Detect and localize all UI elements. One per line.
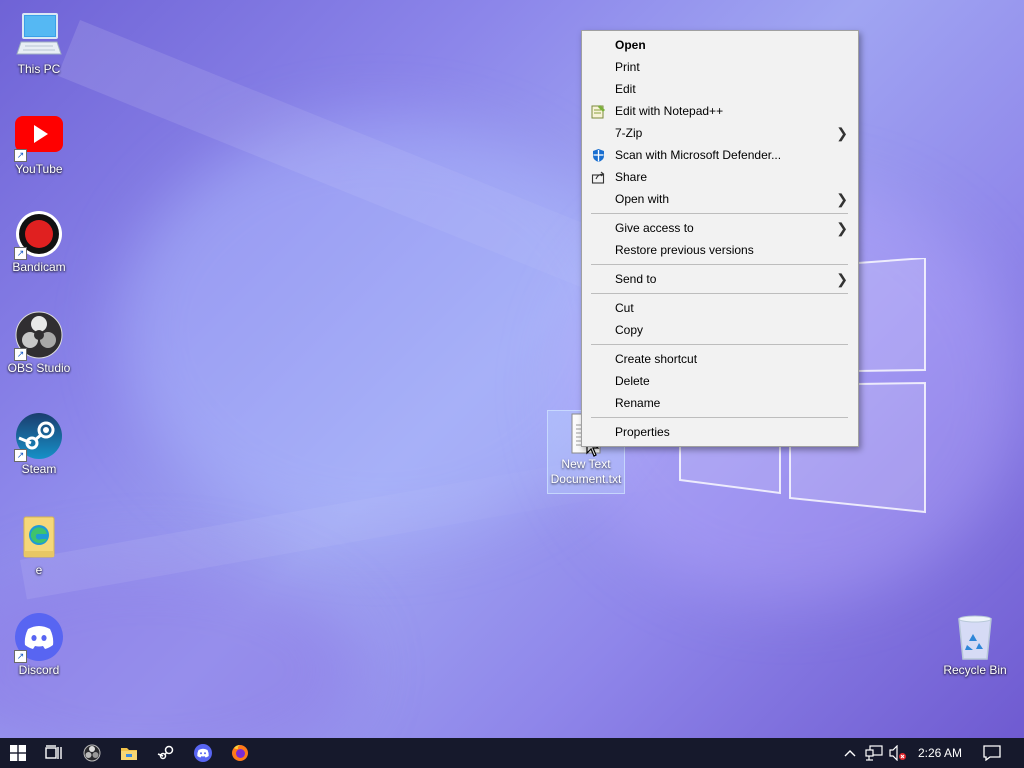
menu-item-open-with[interactable]: Open with ❯ <box>582 188 858 210</box>
defender-shield-icon <box>593 149 604 162</box>
desktop-icon-discord[interactable]: ↗ Discord <box>1 613 77 678</box>
taskbar-firefox[interactable] <box>222 738 258 768</box>
submenu-arrow-icon: ❯ <box>836 125 848 141</box>
menu-item-label: Copy <box>615 323 644 337</box>
menu-item-share[interactable]: Share <box>582 166 858 188</box>
taskbar: 2:26 AM <box>0 738 1024 768</box>
menu-item-scan-defender[interactable]: Scan with Microsoft Defender... <box>582 144 858 166</box>
menu-separator <box>591 264 848 265</box>
menu-item-label: Rename <box>615 396 661 410</box>
desktop-icon-label: Bandicam <box>12 260 66 274</box>
file-explorer-icon <box>121 748 137 760</box>
menu-item-7-zip[interactable]: 7-Zip ❯ <box>582 122 858 144</box>
taskbar-steam[interactable] <box>148 738 184 768</box>
shortcut-arrow-icon: ↗ <box>14 348 27 361</box>
menu-separator <box>591 417 848 418</box>
desktop[interactable]: This PC ↗ YouTube ↗ Bandicam ↗ OBS Studi… <box>0 0 1024 738</box>
edge-folder-icon <box>23 516 55 558</box>
submenu-arrow-icon: ❯ <box>836 271 848 287</box>
desktop-icon-label: Recycle Bin <box>943 663 1007 677</box>
menu-item-properties[interactable]: Properties <box>582 421 858 443</box>
menu-item-label: Send to <box>615 272 657 286</box>
start-icon <box>10 745 26 761</box>
desktop-icon-bandicam[interactable]: ↗ Bandicam <box>1 210 77 275</box>
computer-icon <box>16 13 62 55</box>
taskbar-file-explorer[interactable] <box>111 738 147 768</box>
network-tray-button[interactable] <box>863 738 885 768</box>
taskbar-discord[interactable] <box>185 738 221 768</box>
menu-item-send-to[interactable]: Send to ❯ <box>582 268 858 290</box>
menu-item-label: Edit <box>615 82 636 96</box>
taskbar-clock[interactable]: 2:26 AM <box>912 738 968 768</box>
notepad-plus-plus-icon <box>591 105 605 119</box>
menu-item-print[interactable]: Print <box>582 56 858 78</box>
menu-item-give-access-to[interactable]: Give access to ❯ <box>582 217 858 239</box>
menu-item-label: Share <box>615 170 648 184</box>
desktop-icon-steam[interactable]: ↗ Steam <box>1 412 77 477</box>
steam-icon <box>157 745 174 760</box>
menu-separator <box>591 344 848 345</box>
desktop-icon-label: Steam <box>21 462 57 476</box>
shortcut-arrow-icon: ↗ <box>14 247 27 260</box>
notification-icon <box>983 745 1001 761</box>
file-label: New Text Document.txt <box>548 457 624 487</box>
firefox-icon <box>232 745 248 761</box>
menu-item-copy[interactable]: Copy <box>582 319 858 341</box>
desktop-icon-label: OBS Studio <box>7 361 71 375</box>
menu-item-edit[interactable]: Edit <box>582 78 858 100</box>
submenu-arrow-icon: ❯ <box>836 220 848 236</box>
menu-item-rename[interactable]: Rename <box>582 392 858 414</box>
menu-item-label: 7-Zip <box>615 126 643 140</box>
menu-item-label: Give access to <box>615 221 694 235</box>
shortcut-arrow-icon: ↗ <box>14 650 27 663</box>
menu-item-restore-previous-versions[interactable]: Restore previous versions <box>582 239 858 261</box>
recycle-bin-icon <box>958 615 992 660</box>
desktop-icon-e[interactable]: e <box>1 513 77 578</box>
task-view-icon <box>45 745 62 759</box>
obs-icon <box>83 744 101 762</box>
menu-item-label: Scan with Microsoft Defender... <box>615 148 782 162</box>
volume-muted-icon <box>889 745 906 761</box>
menu-item-label: Create shortcut <box>615 352 698 366</box>
volume-tray-button[interactable] <box>887 738 909 768</box>
desktop-icon-label: Discord <box>18 663 60 677</box>
desktop-icon-label: YouTube <box>15 162 63 176</box>
menu-item-edit-with-notepad-plus-plus[interactable]: Edit with Notepad++ <box>582 100 858 122</box>
menu-item-label: Print <box>615 60 640 74</box>
desktop-icon-recycle-bin[interactable]: Recycle Bin <box>937 613 1013 678</box>
menu-item-create-shortcut[interactable]: Create shortcut <box>582 348 858 370</box>
desktop-icon-label: This PC <box>17 62 61 76</box>
file-label-line2: Document.txt <box>550 472 622 486</box>
context-menu: Open Print Edit Edit with Notepad++ 7-Zi… <box>581 30 859 447</box>
shortcut-arrow-icon: ↗ <box>14 149 27 162</box>
menu-item-label: Edit with Notepad++ <box>615 104 724 118</box>
menu-item-label: Properties <box>615 425 670 439</box>
desktop-icon-label: e <box>35 563 43 577</box>
menu-item-label: Delete <box>615 374 650 388</box>
menu-item-label: Open with <box>615 192 670 206</box>
chevron-up-icon <box>844 750 856 757</box>
start-button[interactable] <box>0 738 36 768</box>
taskbar-obs[interactable] <box>74 738 110 768</box>
shortcut-arrow-icon: ↗ <box>14 449 27 462</box>
desktop-icon-youtube[interactable]: ↗ YouTube <box>1 112 77 177</box>
menu-item-label: Cut <box>615 301 634 315</box>
menu-separator <box>591 213 848 214</box>
show-hidden-icons-button[interactable] <box>840 738 860 768</box>
file-label-line1: New Text <box>561 457 611 471</box>
discord-icon <box>194 744 212 762</box>
desktop-icon-obs-studio[interactable]: ↗ OBS Studio <box>1 311 77 376</box>
menu-item-label: Restore previous versions <box>615 243 754 257</box>
network-icon <box>865 745 883 761</box>
menu-item-label: Open <box>615 38 646 52</box>
submenu-arrow-icon: ❯ <box>836 191 848 207</box>
menu-separator <box>591 293 848 294</box>
menu-item-delete[interactable]: Delete <box>582 370 858 392</box>
notification-center-button[interactable] <box>978 738 1006 768</box>
desktop-icon-this-pc[interactable]: This PC <box>1 12 77 77</box>
share-icon <box>591 171 605 184</box>
task-view-button[interactable] <box>36 738 72 768</box>
menu-item-cut[interactable]: Cut <box>582 297 858 319</box>
menu-item-open[interactable]: Open <box>582 34 858 56</box>
